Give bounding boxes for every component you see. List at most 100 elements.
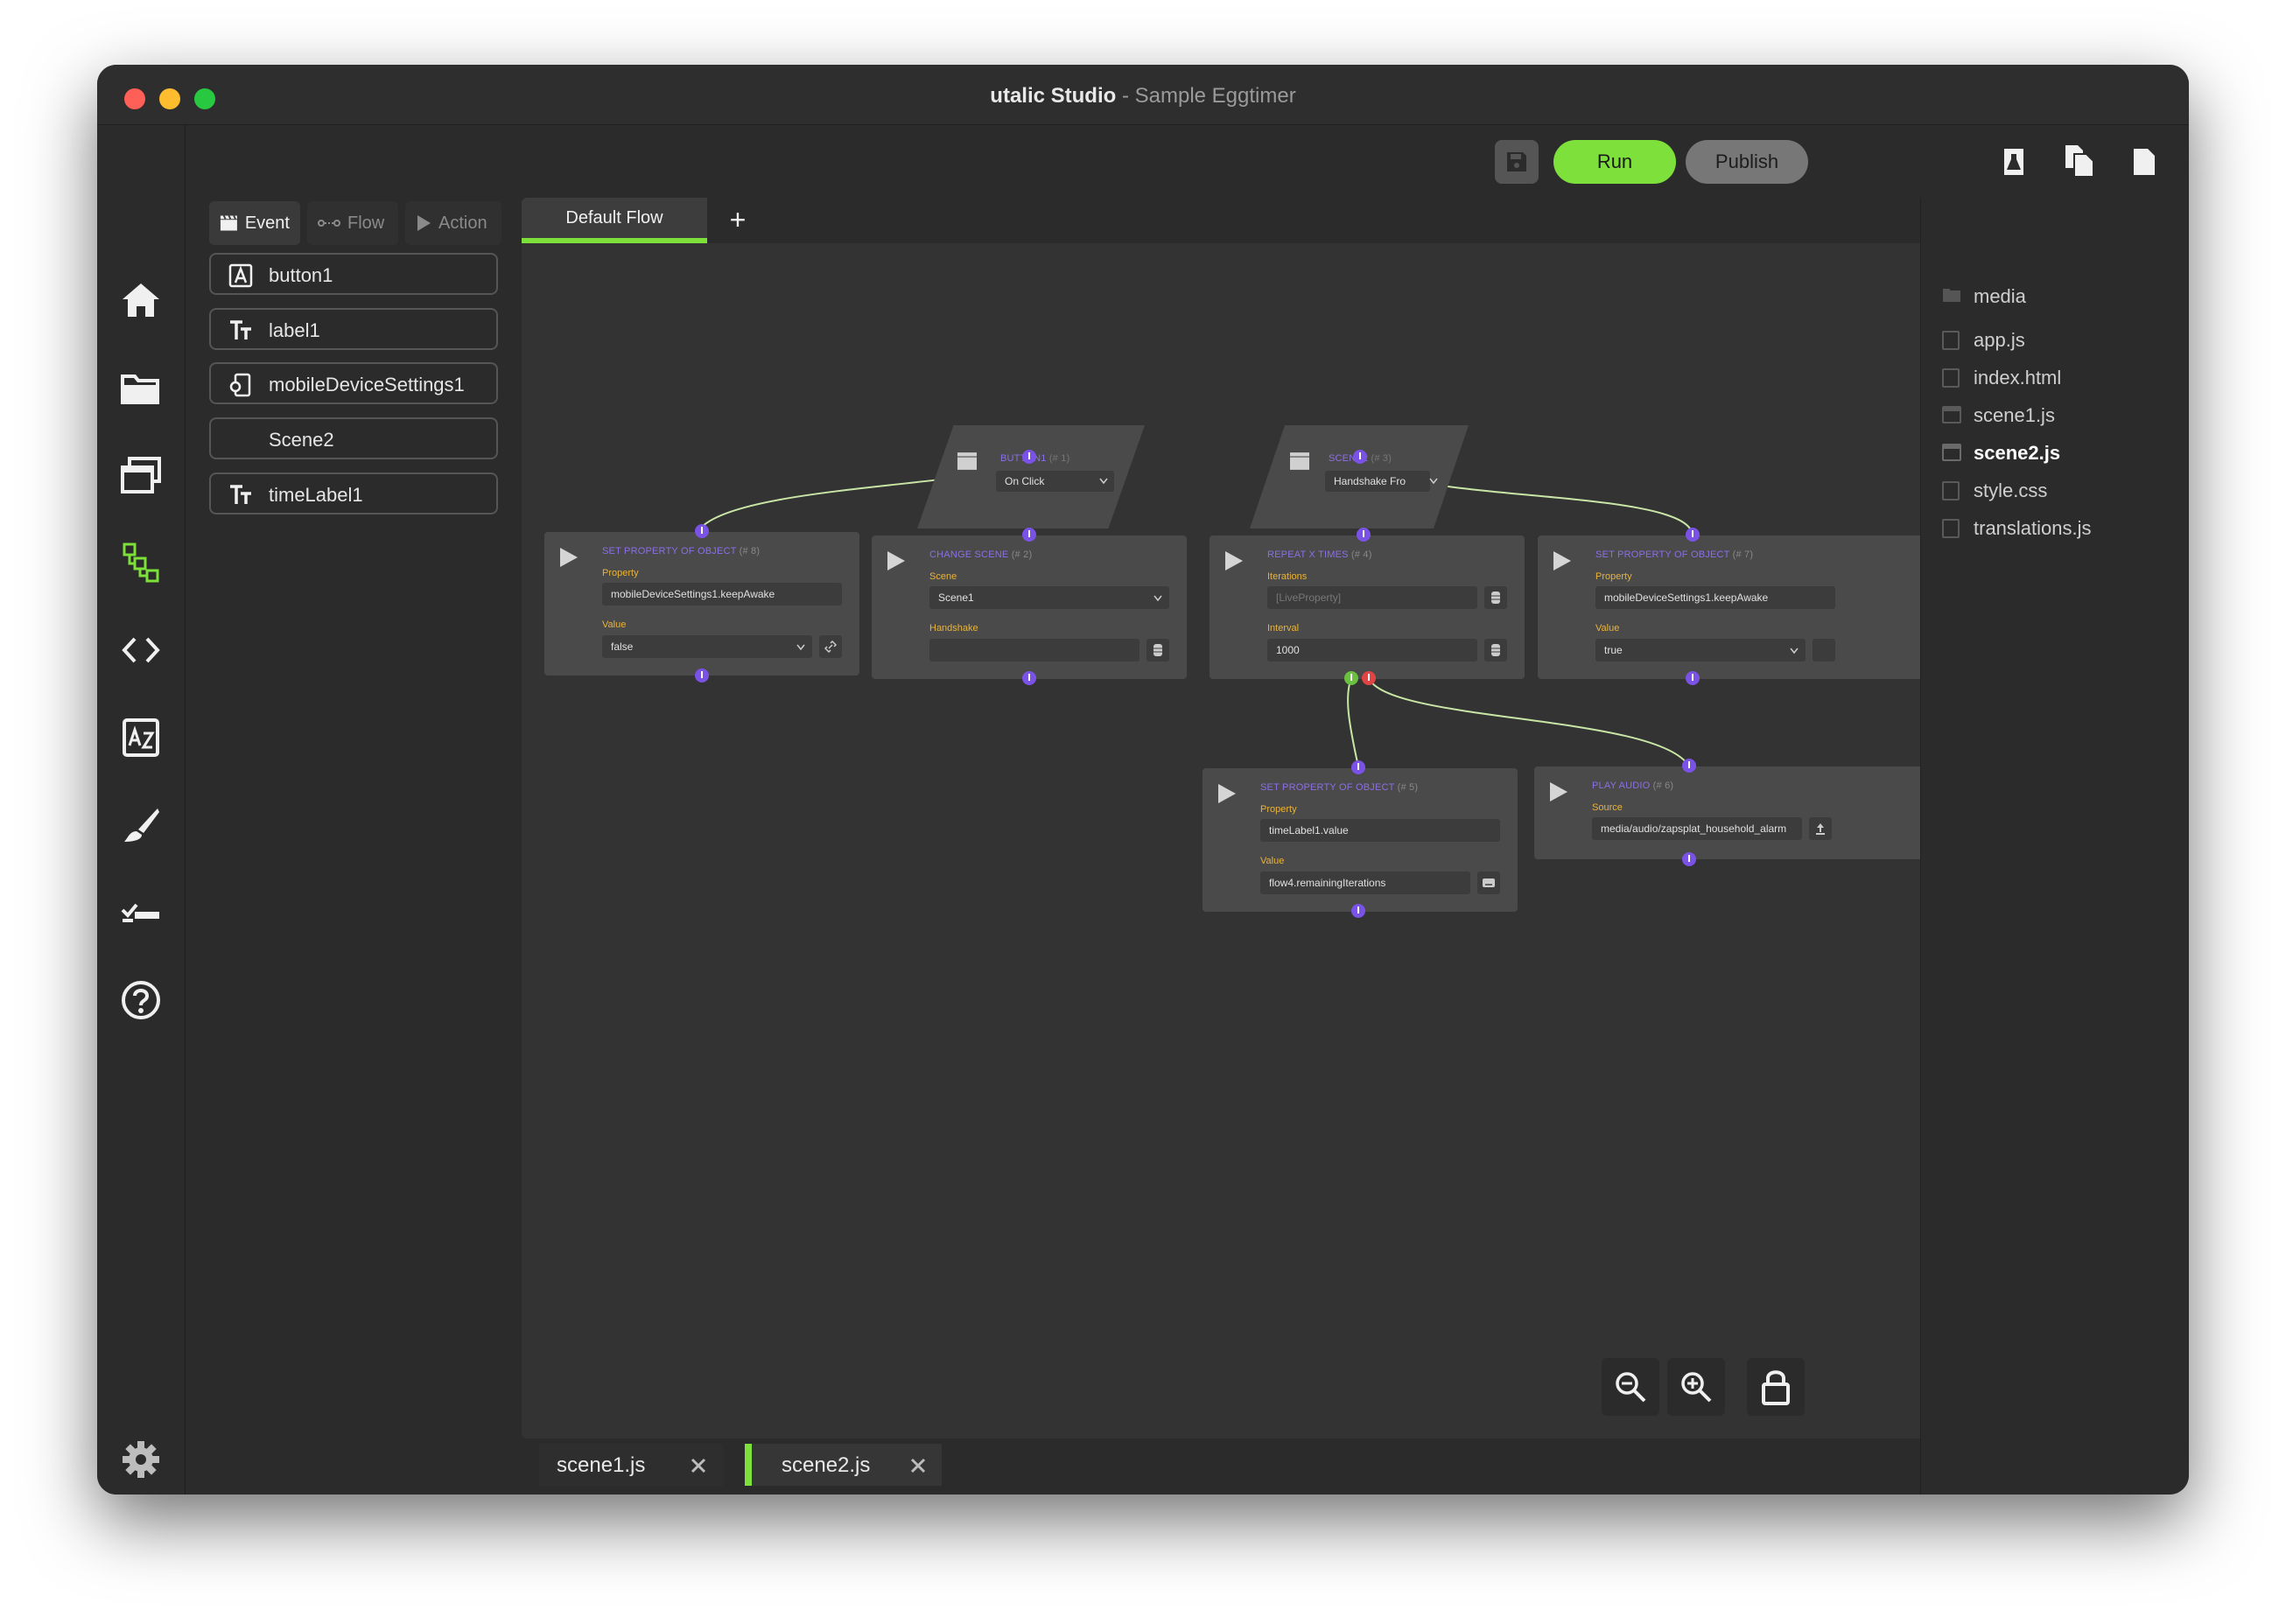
tab-event[interactable]: Event (209, 201, 300, 245)
input-port[interactable] (1686, 528, 1700, 542)
input-port[interactable] (1357, 528, 1371, 542)
value-select[interactable]: true (1595, 639, 1806, 662)
property-field[interactable]: mobileDeviceSettings1.keepAwake (602, 583, 842, 606)
play-node-icon[interactable] (1225, 551, 1243, 570)
panel-item-time-label1[interactable]: timeLabel1 (209, 472, 498, 514)
node-type: SET PROPERTY OF OBJECT (602, 546, 737, 556)
database-icon (1491, 592, 1500, 604)
value-select[interactable]: false (602, 635, 812, 658)
loop-output-port[interactable] (1344, 671, 1358, 685)
input-port[interactable] (1022, 528, 1036, 542)
output-port[interactable] (695, 668, 709, 682)
database-button[interactable] (1484, 586, 1507, 609)
editor-tab-scene2[interactable]: scene2.js (745, 1444, 942, 1486)
tab-flow[interactable]: Flow (307, 201, 398, 245)
event-value: On Click (1005, 475, 1045, 487)
event-select[interactable]: Handshake Fro (1325, 471, 1430, 492)
clapper-icon (957, 452, 977, 470)
value-field[interactable]: flow4.remainingIterations (1260, 872, 1470, 894)
node-type: PLAY AUDIO (1592, 780, 1651, 791)
play-node-icon[interactable] (1553, 551, 1571, 570)
property-label: Property (602, 568, 639, 578)
event-node-button1[interactable]: BUTTON1 (# 1) On Click (917, 425, 1145, 528)
expression-button[interactable] (1477, 872, 1500, 894)
node-id: (# 7) (1732, 550, 1754, 560)
link-button[interactable] (1813, 639, 1835, 662)
source-field[interactable]: media/audio/zapsplat_household_alarm (1592, 817, 1802, 840)
iterations-field[interactable]: [LiveProperty] (1267, 586, 1477, 609)
done-output-port[interactable] (1362, 671, 1376, 685)
brush-icon[interactable] (119, 803, 163, 847)
checklist-icon[interactable] (119, 891, 163, 934)
output-port[interactable] (1682, 852, 1696, 866)
windows-icon[interactable] (119, 453, 163, 497)
input-port[interactable] (1351, 760, 1365, 774)
play-node-icon[interactable] (560, 548, 578, 567)
close-tab-icon[interactable] (909, 1457, 927, 1474)
new-file-icon[interactable] (2132, 147, 2156, 177)
scene-file-icon (1942, 406, 1961, 424)
action-node-set-property-7[interactable]: SET PROPERTY OF OBJECT (# 7) Property mo… (1538, 536, 1920, 679)
output-port[interactable] (1022, 671, 1036, 685)
folder-icon[interactable] (119, 366, 163, 410)
save-button[interactable] (1495, 140, 1539, 184)
play-node-icon[interactable] (1550, 782, 1567, 802)
action-node-change-scene-2[interactable]: CHANGE SCENE (# 2) Scene Scene1 Handshak… (872, 536, 1187, 679)
settings-gear-icon[interactable] (119, 1438, 163, 1481)
panel-item-scene2[interactable]: Scene2 (209, 417, 498, 459)
translations-icon[interactable] (119, 716, 163, 760)
lock-canvas-button[interactable] (1747, 1358, 1805, 1416)
action-node-play-audio-6[interactable]: PLAY AUDIO (# 6) Source media/audio/zaps… (1534, 766, 1920, 859)
property-field[interactable]: mobileDeviceSettings1.keepAwake (1595, 586, 1835, 609)
database-icon (1491, 644, 1500, 656)
home-icon[interactable] (119, 278, 163, 322)
scene-select[interactable]: Scene1 (929, 586, 1169, 609)
link-button[interactable] (819, 635, 842, 658)
database-button[interactable] (1484, 639, 1507, 662)
flow-icon[interactable] (119, 541, 163, 584)
event-node-scene2[interactable]: SCENE2 (# 3) Handshake Fro (1250, 425, 1469, 528)
output-port[interactable] (1022, 450, 1036, 464)
handshake-field[interactable] (929, 639, 1139, 662)
close-tab-icon[interactable] (690, 1457, 707, 1474)
zoom-in-button[interactable] (1667, 1358, 1725, 1416)
input-port[interactable] (1682, 759, 1696, 773)
play-node-icon[interactable] (887, 551, 905, 570)
interval-field[interactable]: 1000 (1267, 639, 1477, 662)
action-node-set-property-8[interactable]: SET PROPERTY OF OBJECT (# 8) Property mo… (544, 532, 859, 676)
app-window: utalic Studio - Sample Eggtimer Run Publ… (97, 65, 2189, 1494)
file-icon (1942, 519, 1960, 538)
file-name: translations.js (1974, 517, 2092, 539)
play-node-icon[interactable] (1218, 784, 1236, 803)
property-field[interactable]: timeLabel1.value (1260, 819, 1500, 842)
upload-button[interactable] (1809, 817, 1832, 840)
flow-canvas[interactable]: Default Flow + BUTTON1 (# 1) On Click SC… (522, 198, 1920, 1438)
action-node-repeat-4[interactable]: REPEAT X TIMES (# 4) Iterations [LivePro… (1210, 536, 1525, 679)
keyboard-icon (1483, 878, 1495, 887)
editor-tab-bar: scene1.js scene2.js (522, 1438, 1920, 1494)
output-port[interactable] (1351, 904, 1365, 918)
text-icon (230, 485, 251, 504)
editor-tab-scene1[interactable]: scene1.js (539, 1444, 723, 1486)
zoom-out-button[interactable] (1602, 1358, 1659, 1416)
event-select[interactable]: On Click (996, 471, 1114, 492)
link-icon (824, 640, 837, 653)
run-button[interactable]: Run (1553, 140, 1676, 184)
action-node-set-property-5[interactable]: SET PROPERTY OF OBJECT (# 5) Property ti… (1203, 768, 1518, 912)
input-port[interactable] (695, 524, 709, 538)
output-port[interactable] (1686, 671, 1700, 685)
publish-button[interactable]: Publish (1686, 140, 1808, 184)
help-icon[interactable] (119, 978, 163, 1022)
test-flask-icon[interactable] (2001, 147, 2027, 177)
node-id: (# 8) (739, 546, 761, 556)
output-port[interactable] (1353, 450, 1367, 464)
code-icon[interactable] (119, 628, 163, 672)
database-button[interactable] (1147, 639, 1169, 662)
duplicate-file-icon[interactable] (2062, 144, 2097, 178)
panel-item-mobile-device-settings1[interactable]: mobileDeviceSettings1 (209, 362, 498, 404)
panel-item-button1[interactable]: button1 (209, 253, 498, 295)
left-icon-bar (97, 125, 186, 1494)
tab-action[interactable]: Action (405, 201, 501, 245)
panel-item-label1[interactable]: label1 (209, 308, 498, 350)
tab-flow-label: Flow (347, 213, 385, 233)
